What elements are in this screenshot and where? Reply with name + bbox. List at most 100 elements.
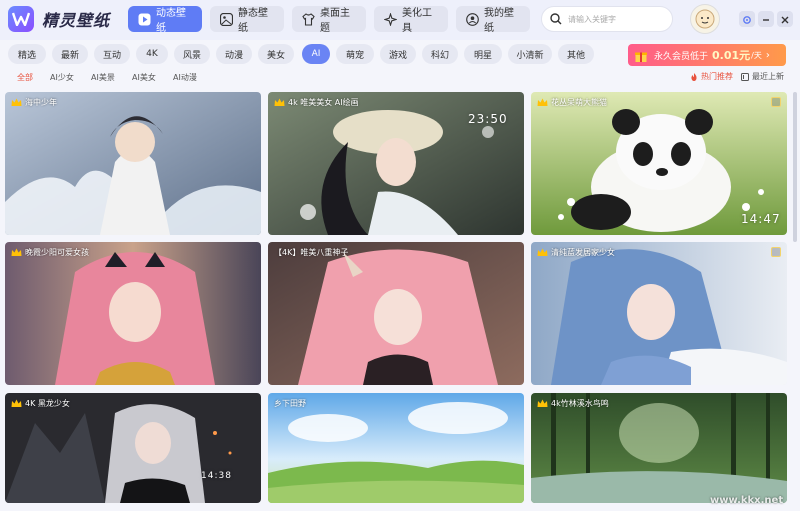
- minimize-icon: [761, 10, 771, 29]
- wallpaper-thumbnail: [5, 393, 261, 503]
- crown-icon: [11, 399, 22, 408]
- card-title: 晚霞少阳可爱女孩: [11, 247, 89, 258]
- tab-4k[interactable]: 4K: [136, 44, 168, 64]
- tab-pets[interactable]: 萌宠: [336, 44, 374, 64]
- scrollbar-thumb[interactable]: [793, 92, 797, 242]
- crown-icon: [274, 98, 285, 107]
- nav-my-wallpaper[interactable]: 我的壁纸: [456, 6, 530, 34]
- app-title: 精灵壁纸: [42, 11, 111, 30]
- wallpaper-card[interactable]: 清纯蓝发居家少女: [531, 242, 787, 385]
- title-bar: 精灵壁纸 动态壁纸 静态壁纸 桌面主题 美化工具 我的壁纸: [0, 0, 800, 40]
- tab-latest[interactable]: 最新: [52, 44, 88, 64]
- image-icon: [220, 12, 233, 26]
- tab-stars[interactable]: 明星: [464, 44, 502, 64]
- subtab-ai-girl[interactable]: AI少女: [50, 72, 74, 83]
- card-title: 4k 唯美美女 AI绘画: [274, 97, 359, 108]
- sort-latest[interactable]: 最近上新: [741, 71, 784, 82]
- gear-icon: [742, 10, 752, 29]
- card-clock: 14:38: [201, 471, 232, 481]
- wallpaper-card[interactable]: 4k 唯美美女 AI绘画 23:50: [268, 92, 524, 235]
- nav-label: 动态壁纸: [156, 8, 186, 34]
- nav-label: 我的壁纸: [484, 8, 514, 34]
- wallpaper-card[interactable]: 乡下田野: [268, 393, 524, 503]
- user-icon: [466, 12, 479, 26]
- tab-anime[interactable]: 动漫: [216, 44, 252, 64]
- live-badge-icon: [771, 247, 781, 257]
- app-logo: 精灵壁纸: [8, 5, 110, 33]
- crown-icon: [537, 98, 548, 107]
- close-icon: [780, 10, 790, 29]
- crown-icon: [11, 98, 22, 107]
- wallpaper-card[interactable]: 4k竹林溪水鸟鸣: [531, 393, 787, 503]
- wallpaper-card[interactable]: 晚霞少阳可爱女孩: [5, 242, 261, 385]
- search-box[interactable]: [541, 6, 673, 32]
- wallpaper-thumbnail: [268, 393, 524, 503]
- play-icon: [138, 12, 151, 26]
- shirt-icon: [302, 12, 315, 26]
- card-title-text: 4K 黑龙少女: [25, 399, 70, 408]
- subtab-all[interactable]: 全部: [17, 72, 33, 83]
- nav-desktop-theme[interactable]: 桌面主题: [292, 6, 366, 34]
- card-title: 【4K】唯美八重神子: [274, 247, 348, 258]
- sort-hot-label: 热门推荐: [701, 72, 733, 81]
- card-title-text: 清纯蓝发居家少女: [551, 248, 615, 257]
- nav-label: 静态壁纸: [238, 8, 268, 34]
- tab-scifi[interactable]: 科幻: [422, 44, 458, 64]
- avatar[interactable]: [690, 4, 720, 34]
- watermark-text: www.kkx.net: [710, 495, 784, 506]
- gift-icon: [634, 48, 648, 62]
- tab-other[interactable]: 其他: [558, 44, 594, 64]
- wallpaper-card[interactable]: 花丛呆萌大熊猫 14:47: [531, 92, 787, 235]
- new-icon: [741, 72, 749, 81]
- vip-text: 永久会员低于: [654, 51, 709, 62]
- tab-ai[interactable]: AI: [302, 44, 330, 64]
- card-title-text: 海中少年: [25, 98, 57, 107]
- card-title-text: 晚霞少阳可爱女孩: [25, 248, 89, 257]
- sort-hot[interactable]: 热门推荐: [690, 71, 733, 82]
- tab-fresh[interactable]: 小清新: [508, 44, 552, 64]
- wallpaper-card[interactable]: 【4K】唯美八重神子: [268, 242, 524, 385]
- crown-icon: [11, 248, 22, 257]
- crown-icon: [537, 399, 548, 408]
- vip-price: 0.01元: [712, 49, 751, 62]
- tab-interactive[interactable]: 互动: [94, 44, 130, 64]
- wallpaper-thumbnail: [531, 393, 787, 503]
- nav-label: 桌面主题: [320, 8, 350, 34]
- card-title-text: 4k 唯美美女 AI绘画: [288, 98, 359, 107]
- nav-static-wallpaper[interactable]: 静态壁纸: [210, 6, 284, 34]
- live-badge-icon: [771, 97, 781, 107]
- vip-banner[interactable]: 永久会员低于 0.01元 /天 ›: [628, 44, 786, 66]
- card-title: 乡下田野: [274, 398, 306, 409]
- tab-scenery[interactable]: 风景: [174, 44, 210, 64]
- subtab-ai-anime[interactable]: AI动漫: [173, 72, 197, 83]
- card-title: 4k竹林溪水鸟鸣: [537, 398, 609, 409]
- nav-label: 美化工具: [402, 8, 432, 34]
- crown-icon: [537, 248, 548, 257]
- card-title: 清纯蓝发居家少女: [537, 247, 615, 258]
- tab-games[interactable]: 游戏: [380, 44, 416, 64]
- card-clock: 14:47: [741, 212, 781, 226]
- nav-beautify-tools[interactable]: 美化工具: [374, 6, 448, 34]
- subtab-ai-beauty[interactable]: AI美女: [132, 72, 156, 83]
- tab-beauty[interactable]: 美女: [258, 44, 294, 64]
- card-title-text: 【4K】唯美八重神子: [274, 248, 349, 257]
- wallpaper-card[interactable]: 4K 黑龙少女 14:38: [5, 393, 261, 503]
- sort-latest-label: 最近上新: [752, 72, 784, 81]
- logo-w-icon: [8, 6, 34, 32]
- card-title-text: 4k竹林溪水鸟鸣: [551, 399, 609, 408]
- card-title: 花丛呆萌大熊猫: [537, 97, 607, 108]
- wallpaper-thumbnail: [5, 242, 261, 385]
- minimize-button[interactable]: [758, 11, 774, 27]
- close-button[interactable]: [777, 11, 793, 27]
- settings-button[interactable]: [739, 11, 755, 27]
- wallpaper-thumbnail: [5, 92, 261, 235]
- wallpaper-thumbnail: [268, 242, 524, 385]
- subtab-ai-scenery[interactable]: AI美景: [91, 72, 115, 83]
- search-input[interactable]: [568, 14, 668, 24]
- wallpaper-card[interactable]: 海中少年: [5, 92, 261, 235]
- sparkle-icon: [384, 12, 397, 26]
- vip-unit: /天: [751, 50, 762, 60]
- search-icon: [550, 10, 562, 29]
- nav-dynamic-wallpaper[interactable]: 动态壁纸: [128, 6, 202, 34]
- tab-featured[interactable]: 精选: [8, 44, 46, 64]
